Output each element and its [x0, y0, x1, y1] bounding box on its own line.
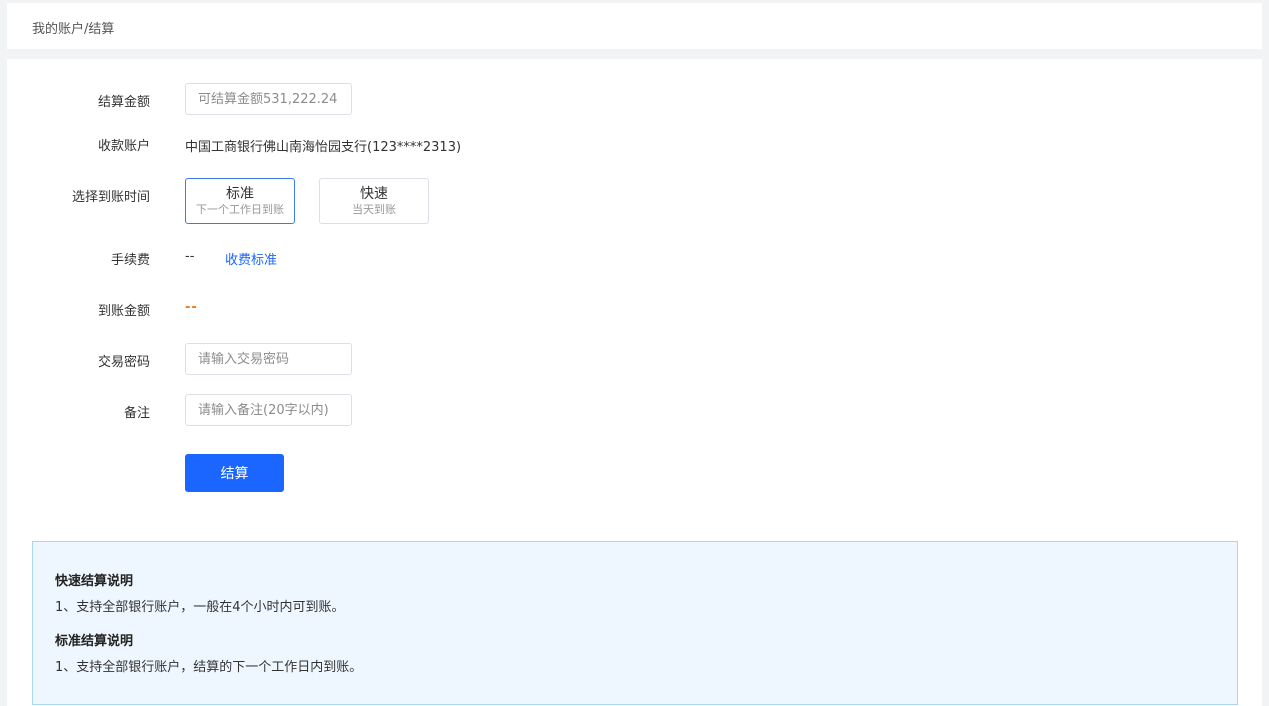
fee-standard-link[interactable]: 收费标准	[225, 249, 277, 268]
amount-label: 结算金额	[97, 95, 150, 110]
standard-settlement-title: 标准结算说明	[55, 634, 134, 649]
option-standard[interactable]: 标准 下一个工作日到账	[185, 178, 295, 224]
remark-label: 备注	[123, 406, 150, 421]
amount-input[interactable]	[185, 83, 352, 115]
option-fast[interactable]: 快速 当天到账	[319, 178, 429, 224]
breadcrumb: 我的账户/结算	[32, 22, 115, 37]
option-fast-subtitle: 当天到账	[352, 203, 396, 216]
password-input[interactable]	[185, 343, 352, 375]
password-label: 交易密码	[97, 355, 150, 370]
account-value: 中国工商银行佛山南海怡园支行(123****2313)	[185, 140, 462, 155]
settle-button[interactable]: 结算	[185, 454, 284, 492]
settlement-form-panel: 结算金额 收款账户 中国工商银行佛山南海怡园支行(123****2313) 选择…	[7, 59, 1262, 706]
fee-value: --	[185, 249, 195, 264]
account-label: 收款账户	[97, 139, 150, 154]
breadcrumb-bar: 我的账户/结算	[7, 3, 1262, 49]
remark-input[interactable]	[185, 394, 352, 426]
fee-label: 手续费	[110, 253, 150, 268]
fast-settlement-note: 1、支持全部银行账户，一般在4个小时内可到账。	[55, 600, 345, 615]
arrival-amount-value: --	[185, 300, 198, 315]
option-standard-subtitle: 下一个工作日到账	[196, 203, 284, 216]
option-standard-title: 标准	[226, 186, 254, 202]
standard-settlement-note: 1、支持全部银行账户，结算的下一个工作日内到账。	[55, 660, 363, 675]
settlement-info-box: 快速结算说明 1、支持全部银行账户，一般在4个小时内可到账。 标准结算说明 1、…	[32, 541, 1238, 705]
fast-settlement-title: 快速结算说明	[55, 574, 134, 589]
option-fast-title: 快速	[360, 186, 388, 202]
arrival-amount-label: 到账金额	[97, 304, 150, 319]
arrival-time-label: 选择到账时间	[71, 190, 150, 205]
